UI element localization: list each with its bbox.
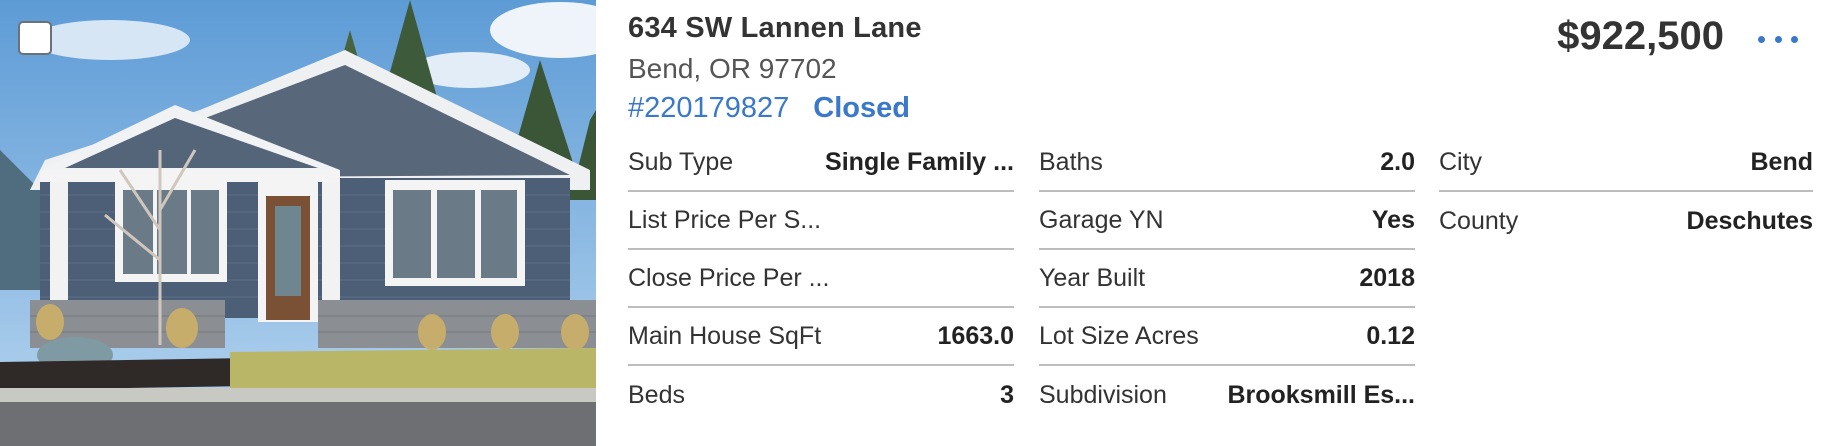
detail-value: Single Family ... [825,147,1014,176]
detail-row-close-price-per-sqft: Close Price Per ... [628,250,1014,308]
detail-row-garage: Garage YN Yes [1039,192,1415,250]
detail-label: County [1439,206,1519,235]
detail-row-city: City Bend [1439,134,1813,192]
detail-label: City [1439,147,1483,176]
detail-value: Yes [1371,205,1415,234]
listing-photo[interactable] [0,0,596,446]
detail-label: Year Built [1039,263,1146,292]
detail-row-lot-size: Lot Size Acres 0.12 [1039,308,1415,366]
detail-value: 1663.0 [937,321,1014,350]
detail-value: 0.12 [1366,321,1415,350]
detail-label: Beds [628,380,685,409]
detail-value: 3 [1000,380,1014,409]
detail-label: Main House SqFt [628,321,822,350]
detail-row-beds: Beds 3 [628,366,1014,424]
listing-address[interactable]: 634 SW Lannen Lane [628,12,922,45]
more-dot [1791,35,1798,43]
listing-city-state-zip: Bend, OR 97702 [628,53,837,84]
listing-id-line: #220179827 Closed [628,92,910,125]
status-badge: Closed [813,92,910,124]
details-column-3: City Bend County Deschutes [1439,134,1813,250]
more-options-icon[interactable] [1758,25,1798,53]
detail-label: Lot Size Acres [1039,321,1199,350]
more-dot [1758,35,1765,43]
listing-card[interactable]: 634 SW Lannen Lane Bend, OR 97702 #22017… [0,0,1842,446]
detail-value: Brooksmill Es... [1227,380,1415,409]
more-dot [1774,35,1782,43]
detail-row-main-house-sqft: Main House SqFt 1663.0 [628,308,1014,366]
detail-label: Close Price Per ... [628,263,830,292]
mls-number[interactable]: #220179827 [628,92,789,124]
detail-row-list-price-per-sqft: List Price Per S... [628,192,1014,250]
detail-row-baths: Baths 2.0 [1039,134,1415,192]
select-checkbox[interactable] [18,21,52,55]
details-column-1: Sub Type Single Family ... List Price Pe… [628,134,1014,424]
detail-value: Bend [1750,147,1814,176]
details-column-2: Baths 2.0 Garage YN Yes Year Built 2018 … [1039,134,1415,424]
detail-row-subtype: Sub Type Single Family ... [628,134,1014,192]
detail-row-subdivision: Subdivision Brooksmill Es... [1039,366,1415,424]
detail-label: Sub Type [628,147,734,176]
detail-label: Garage YN [1039,205,1164,234]
detail-label: Baths [1039,147,1103,176]
detail-label: List Price Per S... [628,205,822,234]
detail-value: 2.0 [1380,147,1415,176]
detail-value: 2018 [1359,263,1415,292]
house-photo-image [0,0,596,446]
detail-row-year-built: Year Built 2018 [1039,250,1415,308]
listing-price: $922,500 [1557,14,1724,58]
detail-value: Deschutes [1686,206,1813,235]
detail-label: Subdivision [1039,380,1167,409]
detail-row-county: County Deschutes [1439,192,1813,250]
